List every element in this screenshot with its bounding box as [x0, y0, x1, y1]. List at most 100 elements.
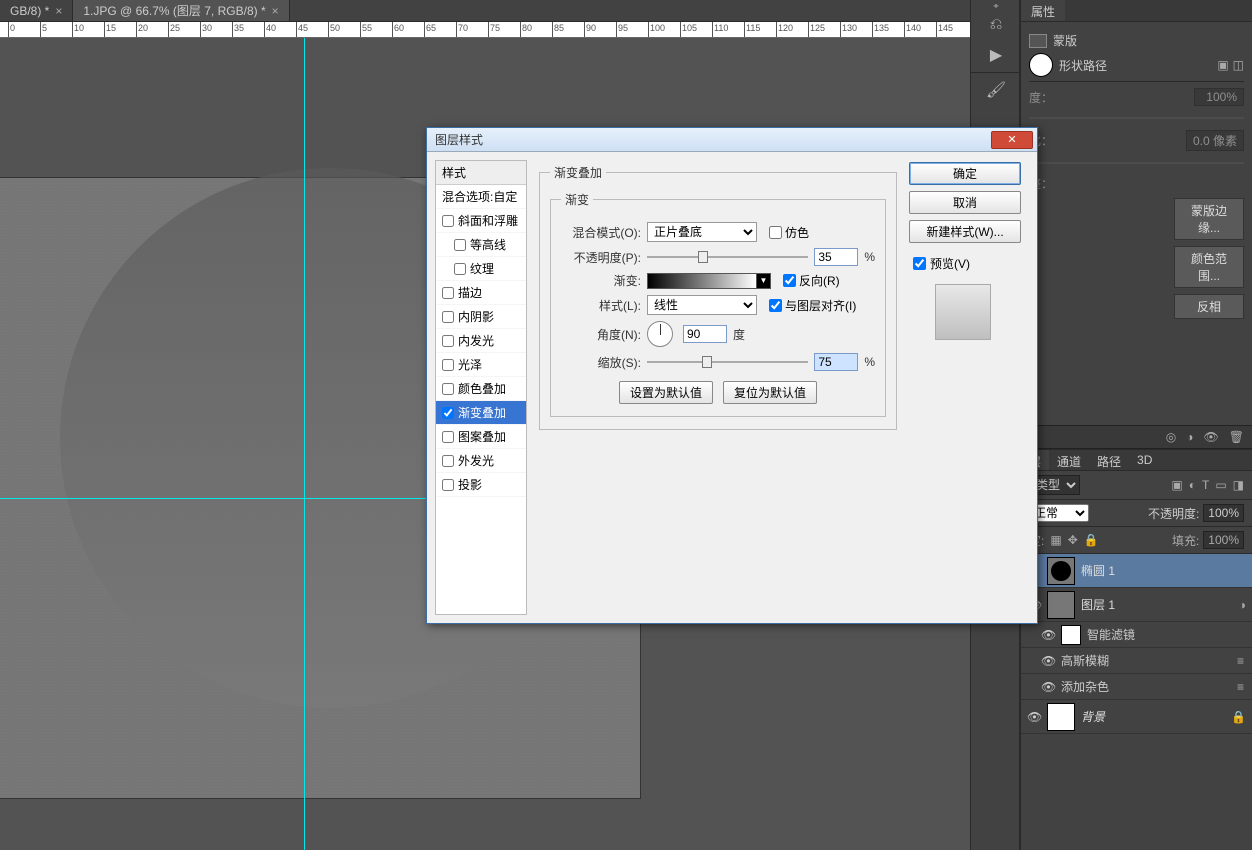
reset-default-button[interactable]: 复位为默认值 — [723, 381, 817, 404]
color-range-button[interactable]: 颜色范围... — [1174, 246, 1244, 288]
style-item-label: 内阴影 — [458, 308, 494, 325]
history-icon[interactable]: ⎌ — [971, 10, 1021, 40]
blend-mode-select[interactable]: 正常 — [1029, 504, 1089, 522]
properties-tab[interactable]: 属性 — [1021, 0, 1065, 21]
reverse-label: 反向(R) — [799, 272, 840, 289]
pixel-mask-icon[interactable]: ◫ — [1233, 58, 1244, 72]
cancel-button[interactable]: 取消 — [909, 191, 1021, 214]
layer-row-layer1[interactable]: 👁 图层 1 ◑ — [1021, 588, 1252, 622]
style-item[interactable]: 纹理 — [436, 257, 526, 281]
style-checkbox[interactable] — [442, 383, 454, 395]
style-item[interactable]: 斜面和浮雕 — [436, 209, 526, 233]
invert-button[interactable]: 反相 — [1174, 294, 1244, 319]
dialog-titlebar[interactable]: 图层样式 ✕ — [427, 128, 1037, 152]
filter-image-icon[interactable]: ▣ — [1171, 478, 1182, 492]
doc-tab-1[interactable]: GB/8) *× — [0, 0, 73, 21]
style-item[interactable]: 内发光 — [436, 329, 526, 353]
close-icon[interactable]: × — [55, 4, 62, 18]
view-icon[interactable]: ◑ — [1186, 430, 1193, 444]
set-default-button[interactable]: 设置为默认值 — [619, 381, 713, 404]
visibility-toggle[interactable]: 👁 — [1041, 654, 1055, 668]
smart-filters-header[interactable]: 👁 智能滤镜 — [1021, 622, 1252, 648]
style-item[interactable]: 外发光 — [436, 449, 526, 473]
lock-all-icon[interactable]: 🔒 — [1084, 533, 1099, 547]
style-item[interactable]: 渐变叠加 — [436, 401, 526, 425]
style-item[interactable]: 描边 — [436, 281, 526, 305]
style-checkbox[interactable] — [454, 239, 466, 251]
filter-name: 添加杂色 — [1061, 678, 1109, 695]
gradient-dropdown-icon[interactable]: ▼ — [757, 273, 771, 289]
visibility-toggle[interactable]: 👁 — [1027, 710, 1041, 724]
filter-text-icon[interactable]: T — [1202, 478, 1209, 492]
visibility-toggle[interactable]: 👁 — [1041, 628, 1055, 642]
style-checkbox[interactable] — [442, 287, 454, 299]
style-checkbox[interactable] — [442, 479, 454, 491]
fill-value[interactable]: 100% — [1203, 531, 1244, 549]
target-icon[interactable]: ◎ — [1166, 430, 1176, 444]
style-item-label: 渐变叠加 — [458, 404, 506, 421]
reverse-checkbox[interactable] — [783, 274, 796, 287]
guide-vertical[interactable] — [304, 38, 305, 850]
density-value[interactable]: 100% — [1194, 88, 1244, 106]
style-checkbox[interactable] — [442, 455, 454, 467]
doc-tab-2[interactable]: 1.JPG @ 66.7% (图层 7, RGB/8) * × — [73, 0, 289, 21]
angle-dial[interactable] — [647, 321, 673, 347]
gradient-style-select[interactable]: 线性 — [647, 295, 757, 315]
feather-value[interactable]: 0.0 像素 — [1186, 130, 1244, 151]
eye-icon[interactable]: 👁 — [1204, 430, 1219, 444]
play-icon[interactable]: ▶ — [971, 40, 1021, 70]
opacity-input[interactable] — [814, 248, 858, 266]
trash-icon[interactable]: 🗑 — [1229, 430, 1244, 444]
lock-position-icon[interactable]: ✥ — [1068, 533, 1078, 547]
style-checkbox[interactable] — [442, 359, 454, 371]
layer-row-ellipse[interactable]: 椭圆 1 — [1021, 554, 1252, 588]
lock-pixels-icon[interactable]: ▦ — [1050, 533, 1061, 547]
mask-edge-button[interactable]: 蒙版边缘... — [1174, 198, 1244, 240]
filter-options-icon[interactable]: ≡ — [1237, 680, 1252, 694]
style-item[interactable]: 颜色叠加 — [436, 377, 526, 401]
filter-options-icon[interactable]: ≡ — [1237, 654, 1252, 668]
style-item[interactable]: 内阴影 — [436, 305, 526, 329]
scale-input[interactable] — [814, 353, 858, 371]
filter-row-noise[interactable]: 👁 添加杂色 ≡ — [1021, 674, 1252, 700]
scale-slider[interactable] — [647, 355, 808, 369]
style-checkbox[interactable] — [442, 215, 454, 227]
style-item[interactable]: 光泽 — [436, 353, 526, 377]
layer-row-background[interactable]: 👁 背景 🔒 — [1021, 700, 1252, 734]
align-checkbox[interactable] — [769, 299, 782, 312]
style-item[interactable]: 投影 — [436, 473, 526, 497]
opacity-slider[interactable] — [647, 250, 808, 264]
visibility-toggle[interactable]: 👁 — [1041, 680, 1055, 694]
close-icon[interactable]: × — [272, 4, 279, 18]
style-item[interactable]: 图案叠加 — [436, 425, 526, 449]
paths-tab[interactable]: 路径 — [1089, 450, 1129, 470]
brush-icon[interactable]: 🖌 — [971, 75, 1021, 105]
style-item[interactable]: 等高线 — [436, 233, 526, 257]
dither-checkbox[interactable] — [769, 226, 782, 239]
new-style-button[interactable]: 新建样式(W)... — [909, 220, 1021, 243]
blending-options-item[interactable]: 混合选项:自定 — [436, 185, 526, 209]
style-checkbox[interactable] — [442, 431, 454, 443]
preview-checkbox[interactable] — [913, 257, 926, 270]
channels-tab[interactable]: 通道 — [1049, 450, 1089, 470]
angle-input[interactable] — [683, 325, 727, 343]
close-button[interactable]: ✕ — [991, 131, 1033, 149]
gradient-preview[interactable] — [647, 273, 757, 289]
style-checkbox[interactable] — [442, 311, 454, 323]
filter-shape-icon[interactable]: ▭ — [1215, 478, 1226, 492]
filter-smart-icon[interactable]: ◨ — [1233, 478, 1244, 492]
dialog-title: 图层样式 — [435, 131, 991, 148]
vector-mask-icon[interactable]: ▣ — [1217, 58, 1228, 72]
filter-adjust-icon[interactable]: ◐ — [1189, 478, 1196, 492]
3d-tab[interactable]: 3D — [1129, 450, 1160, 470]
filter-row-blur[interactable]: 👁 高斯模糊 ≡ — [1021, 648, 1252, 674]
opacity-value[interactable]: 100% — [1203, 504, 1244, 522]
style-checkbox[interactable] — [442, 407, 454, 419]
ok-button[interactable]: 确定 — [909, 162, 1021, 185]
style-checkbox[interactable] — [442, 335, 454, 347]
dock-handle[interactable] — [971, 0, 1019, 10]
style-checkbox[interactable] — [454, 263, 466, 275]
doc-tab-label: 1.JPG @ 66.7% (图层 7, RGB/8) * — [83, 2, 265, 19]
style-item-label: 等高线 — [470, 236, 506, 253]
blend-mode-select[interactable]: 正片叠底 — [647, 222, 757, 242]
